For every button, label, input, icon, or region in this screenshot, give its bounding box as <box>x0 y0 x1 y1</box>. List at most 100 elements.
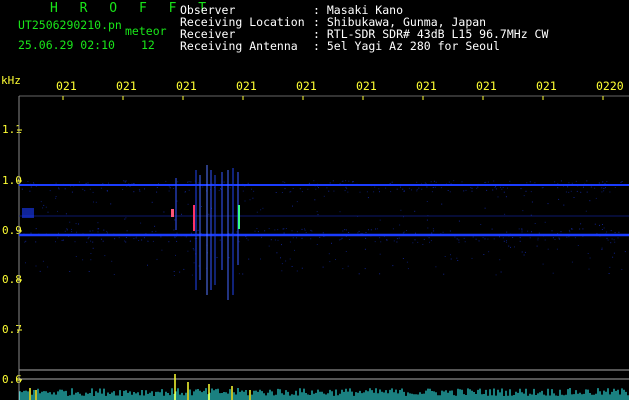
noise-speck <box>495 274 497 276</box>
noise-speck <box>256 211 258 213</box>
noise-speck <box>123 180 125 182</box>
noise-speck <box>165 180 167 182</box>
noise-speck <box>331 242 332 244</box>
noise-speck <box>499 236 500 238</box>
noise-speck <box>614 232 616 234</box>
noise-speck <box>65 213 67 215</box>
noise-speck <box>262 207 264 209</box>
noise-speck <box>422 244 424 245</box>
noise-speck <box>406 230 407 231</box>
noise-speck <box>260 258 261 260</box>
noise-speck <box>168 190 170 192</box>
noise-speck <box>223 181 225 183</box>
noise-speck <box>433 180 435 182</box>
noise-speck <box>30 232 32 234</box>
noise-speck <box>110 203 112 205</box>
noise-speck <box>497 196 499 198</box>
noise-speck <box>500 271 502 273</box>
noise-speck <box>216 257 218 258</box>
noise-speck <box>113 274 115 275</box>
noise-speck <box>138 240 140 241</box>
noise-speck <box>417 241 419 243</box>
noise-speck <box>480 224 482 225</box>
noise-speck <box>326 187 328 189</box>
noise-speck <box>268 245 270 247</box>
noise-speck <box>603 190 605 192</box>
noise-speck <box>488 251 490 253</box>
noise-speck <box>275 192 277 193</box>
noise-speck <box>292 237 294 239</box>
noise-speck <box>416 189 418 191</box>
noise-speck <box>456 257 458 259</box>
noise-speck <box>396 241 398 243</box>
noise-speck <box>502 187 504 188</box>
noise-speck <box>307 188 309 190</box>
noise-speck <box>291 266 293 267</box>
noise-speck <box>49 190 51 192</box>
noise-speck <box>476 187 478 189</box>
noise-speck <box>242 190 244 192</box>
noise-speck <box>601 248 603 250</box>
noise-speck <box>370 229 372 231</box>
noise-speck <box>449 191 451 193</box>
noise-speck <box>125 241 127 243</box>
noise-speck <box>514 246 515 248</box>
noise-speck <box>374 186 376 188</box>
noise-speck <box>92 247 94 249</box>
noise-speck <box>618 231 620 233</box>
noise-speck <box>487 238 489 240</box>
noise-speck <box>296 237 297 239</box>
noise-speck <box>482 237 484 239</box>
noise-speck <box>487 181 489 183</box>
noise-speck <box>276 252 278 254</box>
noise-speck <box>318 187 319 189</box>
noise-speck <box>151 231 153 233</box>
noise-speck <box>522 210 524 212</box>
noise-speck <box>471 187 473 189</box>
noise-speck <box>552 237 554 239</box>
noise-speck <box>470 187 472 189</box>
noise-speck <box>126 230 128 232</box>
noise-speck <box>613 252 615 254</box>
noise-speck <box>536 245 538 247</box>
noise-speck <box>359 191 361 193</box>
noise-speck <box>71 191 73 193</box>
noise-speck <box>484 182 486 183</box>
amplitude-trace <box>19 374 629 400</box>
noise-speck <box>558 198 560 200</box>
noise-speck <box>106 231 108 233</box>
noise-speck <box>251 188 252 190</box>
noise-speck <box>614 241 616 243</box>
noise-speck <box>176 200 178 202</box>
noise-speck <box>403 191 405 192</box>
noise-speck <box>208 213 210 215</box>
noise-speck <box>389 183 391 185</box>
noise-speck <box>75 256 77 257</box>
noise-speck <box>304 228 305 230</box>
noise-speck <box>260 209 262 211</box>
noise-speck <box>568 191 570 193</box>
noise-speck <box>151 201 153 203</box>
noise-speck <box>348 232 350 233</box>
noise-speck <box>586 191 588 193</box>
noise-speck <box>33 182 34 184</box>
noise-speck <box>443 273 445 275</box>
noise-speck <box>588 268 590 270</box>
noise-speck <box>339 239 341 241</box>
noise-speck <box>187 181 189 183</box>
noise-speck <box>42 260 44 262</box>
noise-speck <box>425 183 427 185</box>
noise-speck <box>527 230 529 232</box>
noise-speck <box>39 270 41 272</box>
noise-speck <box>88 236 90 238</box>
noise-speck <box>358 230 360 232</box>
noise-speck <box>25 240 27 242</box>
noise-speck <box>332 180 334 182</box>
noise-speck <box>380 241 382 243</box>
noise-speck <box>506 231 508 233</box>
noise-speck <box>301 237 303 239</box>
noise-speck <box>521 231 523 233</box>
noise-speck <box>503 240 505 242</box>
noise-speck <box>458 241 460 243</box>
noise-speck <box>88 271 90 272</box>
